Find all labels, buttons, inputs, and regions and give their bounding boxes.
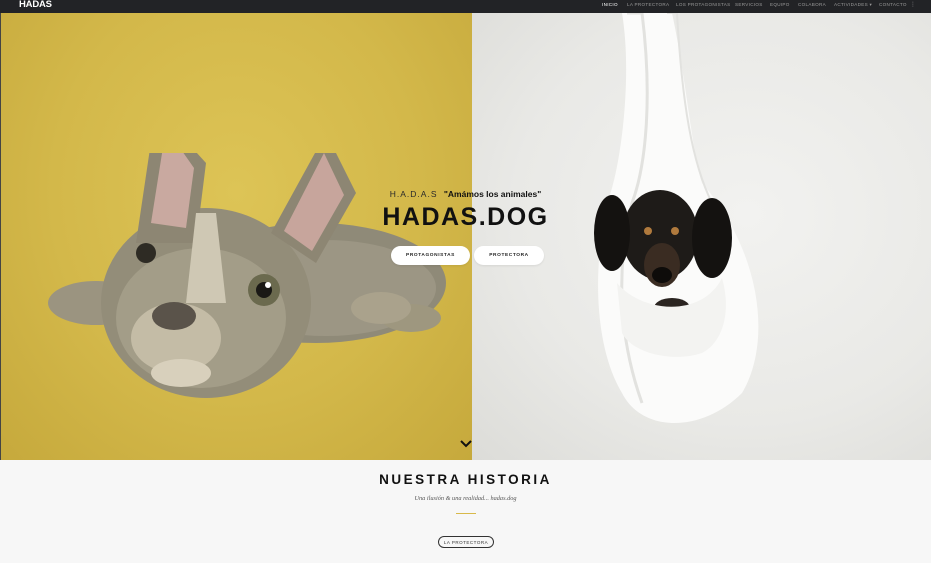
- nav-item-la-protectora[interactable]: LA PROTECTORA: [627, 2, 669, 7]
- hero-right-panel: [472, 13, 931, 460]
- hero-brand-small: H.A.D.A.S: [389, 189, 438, 199]
- section-subtitle: Una ilusión & una realidad... hadas.dog: [414, 495, 517, 502]
- nav-item-inicio[interactable]: INICIO: [602, 2, 618, 7]
- protagonistas-button[interactable]: PROTAGONISTAS: [391, 246, 470, 265]
- nav-item-actividades[interactable]: ACTIVIDADES ▾: [834, 2, 872, 8]
- nav-item-equipo[interactable]: EQUIPO: [770, 2, 790, 7]
- section-divider: [456, 513, 476, 514]
- nav-item-colabora[interactable]: COLABORA: [798, 2, 826, 7]
- main-menu: INICIO LA PROTECTORA LOS PROTAGONISTAS S…: [0, 1, 931, 11]
- nav-item-servicios[interactable]: SERVICIOS: [735, 2, 763, 7]
- protectora-button[interactable]: PROTECTORA: [474, 246, 544, 265]
- top-navbar: HADAS INICIO LA PROTECTORA LOS PROTAGONI…: [0, 0, 931, 13]
- kebab-icon[interactable]: ⋮: [910, 1, 916, 8]
- hero-slider: H.A.D.A.S "Amámos los animales" HADAS.DO…: [0, 13, 931, 460]
- hero-title: HADAS.DOG: [382, 203, 549, 231]
- la-protectora-button[interactable]: LA PROTECTORA: [438, 536, 494, 548]
- nav-item-contacto[interactable]: CONTACTO: [879, 2, 907, 7]
- dachshund-in-sling-image: [594, 13, 759, 423]
- nav-item-los-protagonistas[interactable]: LOS PROTAGONISTAS: [676, 2, 730, 7]
- hero-left-panel: [0, 13, 472, 460]
- hero-tagline: H.A.D.A.S "Amámos los animales": [0, 189, 931, 199]
- section-title: NUESTRA HISTORIA: [379, 472, 552, 487]
- chevron-down-icon[interactable]: [459, 439, 473, 449]
- hero-motto: "Amámos los animales": [443, 189, 542, 199]
